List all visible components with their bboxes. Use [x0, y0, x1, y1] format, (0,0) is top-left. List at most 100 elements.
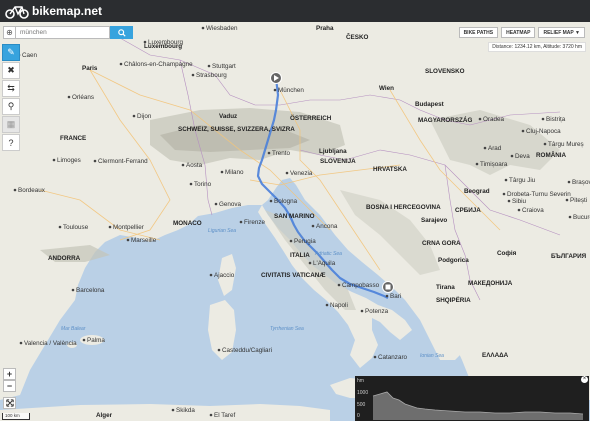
map-place-label: Ajaccio [214, 272, 235, 279]
bike-logo-icon[interactable] [5, 3, 29, 19]
end-marker[interactable] [382, 281, 394, 293]
city-dot [119, 62, 123, 66]
city-dot [71, 288, 75, 292]
map-place-label: Bologna [274, 198, 298, 205]
close-icon: × [582, 376, 587, 382]
map-place-label: CIVITATIS VATICANÆ [261, 272, 326, 279]
city-dot [67, 95, 71, 99]
elevation-icon: ▦ [6, 119, 16, 129]
reverse-route-button[interactable]: ⇆ [2, 80, 20, 97]
map-scale: 100 km [2, 413, 30, 420]
city-dot [504, 178, 508, 182]
map-place-label: Paris [82, 65, 98, 72]
elevation-toggle-button[interactable]: ▦ [2, 116, 20, 133]
city-dot [209, 413, 213, 417]
search-input[interactable] [16, 26, 110, 39]
draw-route-button[interactable]: ✎ [2, 44, 20, 61]
map-place-label: Bistrița [546, 116, 566, 123]
city-dot [58, 225, 62, 229]
map-place-label: Bordeaux [18, 187, 46, 194]
map-canvas[interactable]: Luxembourg Luxembourg Wiesbaden Praha ČESKO P… [0, 22, 590, 421]
city-dot [269, 199, 273, 203]
map-place-label: Catanzaro [378, 354, 408, 361]
map-place-label: ÖSTERREICH [290, 113, 332, 122]
zoom-in-button[interactable]: + [3, 368, 16, 380]
city-dot [521, 129, 525, 133]
locate-me-button[interactable]: ⊕ [3, 26, 16, 39]
map-place-label: Arad [488, 145, 502, 152]
clear-route-button[interactable]: ✖ [2, 62, 20, 79]
app-window: bikemap.net Luxembourg Luxembourg Wiesba… [0, 0, 590, 421]
close-elevation-button[interactable]: × [581, 376, 588, 383]
relief-map-dropdown[interactable]: RELIEF MAP ▼ [538, 27, 585, 38]
map-place-label: Oradea [483, 116, 505, 123]
city-dot [126, 238, 130, 242]
map-place-label: Caen [22, 52, 38, 59]
help-icon: ? [8, 137, 14, 148]
crosshair-icon: ⊕ [6, 28, 13, 37]
map-place-label: Budapest [415, 101, 445, 108]
map-place-label: Valencia / València [24, 340, 77, 347]
city-dot [502, 192, 506, 196]
city-dot [108, 225, 112, 229]
map-place-label: Dijon [137, 113, 152, 120]
map-pin-icon: ⚲ [7, 101, 15, 111]
map-place-label: Wien [379, 85, 394, 92]
city-dot [82, 338, 86, 342]
map-place-label: Toulouse [63, 224, 89, 231]
map-place-label: Orléans [72, 94, 94, 101]
map-place-label: Trento [272, 150, 290, 157]
map-place-label: Vaduz [219, 113, 237, 120]
city-dot [475, 162, 479, 166]
map-place-label: Barcelona [76, 287, 105, 294]
map-place-label: Craiova [522, 207, 544, 214]
city-dot [209, 273, 213, 277]
map-place-label: Milano [225, 169, 244, 176]
map-place-label: Venezia [290, 170, 313, 177]
sea-label: Ionian Sea [420, 353, 444, 359]
city-dot [325, 303, 329, 307]
city-dot [517, 208, 521, 212]
fullscreen-button[interactable] [3, 397, 16, 409]
pencil-icon: ✎ [7, 47, 15, 57]
map-place-label: Palma [87, 337, 105, 344]
city-dot [132, 114, 136, 118]
bike-paths-toggle[interactable]: BIKE PATHS [458, 27, 499, 38]
city-dot [191, 73, 195, 77]
close-icon: ✖ [7, 65, 15, 75]
map-place-label: Pitești [570, 197, 587, 204]
map-place-label: Wiesbaden [206, 25, 238, 32]
add-poi-button[interactable]: ⚲ [2, 98, 20, 115]
city-dot [273, 88, 277, 92]
map-place-label: Sarajevo [421, 217, 447, 224]
map-place-label: SHQIPËRIA [436, 296, 471, 304]
map-place-label: Cluj-Napoca [526, 128, 561, 135]
map-place-label: Podgorica [438, 257, 469, 264]
elevation-chart [372, 391, 584, 420]
search-button[interactable] [110, 26, 133, 39]
map-place-label: Târgu Jiu [509, 177, 536, 184]
map-place-label: Potenza [365, 308, 389, 315]
city-dot [385, 294, 389, 298]
start-marker[interactable] [270, 72, 282, 84]
map-place-label: El Taref [214, 412, 235, 419]
sea-label: Tyrrhenian Sea [270, 326, 304, 332]
heatmap-toggle[interactable]: HEATMAP [501, 27, 536, 38]
city-dot [311, 224, 315, 228]
map-place-label: ANDORRA [48, 255, 81, 262]
map-place-label: ROMÂNIA [536, 150, 567, 159]
map-place-label: Montpellier [113, 224, 144, 231]
map-place-label: Marseille [131, 237, 157, 244]
zoom-out-button[interactable]: − [3, 380, 16, 392]
city-dot [568, 215, 572, 219]
elevation-profile-panel[interactable]: hm 1000 500 0 × [355, 376, 589, 421]
swap-arrows-icon: ⇆ [7, 83, 15, 93]
map-place-label: СРБИЈА [455, 207, 481, 214]
top-header: bikemap.net [0, 0, 590, 22]
map-place-label: Bucureș [573, 214, 590, 221]
map-place-label: Bari [390, 293, 401, 300]
map-place-label: Tirana [436, 284, 455, 291]
sea-label: Ligurian Sea [208, 228, 236, 234]
help-button[interactable]: ? [2, 134, 20, 151]
brand-name[interactable]: bikemap.net [32, 4, 102, 18]
